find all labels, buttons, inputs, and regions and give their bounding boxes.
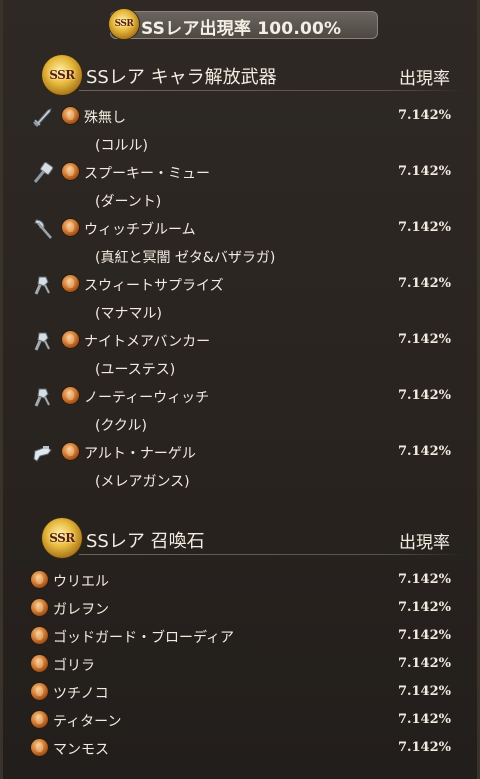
divider [79, 90, 465, 91]
weapon-name: ノーティーウィッチ [84, 390, 210, 406]
ssr-badge-icon: SSR [42, 518, 82, 558]
rate-header-summons: 出現率 [399, 533, 450, 553]
weapon-rate: 7.142% [397, 164, 451, 179]
element-orb-icon [31, 627, 48, 644]
ssr-badge-icon: SSR [109, 9, 139, 39]
section-title-weapons: SSレア キャラ解放武器 [86, 67, 277, 88]
summon-name: ティターン [53, 714, 122, 730]
element-orb-icon [62, 163, 79, 180]
weapon-rate: 7.142% [397, 276, 451, 291]
element-orb-icon [31, 571, 48, 588]
summon-name: ゴリラ [53, 658, 95, 674]
summon-name: ウリエル [53, 574, 109, 590]
summon-rate: 7.142% [397, 740, 451, 755]
summary-text: SSレア出現率 100.00% [141, 19, 342, 39]
weapon-rate: 7.142% [397, 332, 451, 347]
element-orb-icon [62, 387, 79, 404]
summon-rate: 7.142% [397, 656, 451, 671]
section-title-summons: SSレア 召喚石 [86, 531, 205, 552]
weapon-character: (真紅と冥闇 ゼタ&バザラガ) [95, 250, 276, 266]
weapon-name: 殊無し [84, 110, 126, 126]
element-orb-icon [31, 599, 48, 616]
weapon-character: (メレアガンス) [95, 474, 190, 490]
fist-icon [31, 329, 55, 353]
weapon-rate: 7.142% [397, 388, 451, 403]
divider [79, 554, 465, 555]
summon-name: ガレヲン [53, 602, 109, 618]
axe-icon [31, 217, 55, 241]
rate-header-weapons: 出現率 [399, 69, 450, 89]
summon-rate: 7.142% [397, 712, 451, 727]
weapon-rate: 7.142% [397, 444, 451, 459]
weapon-name: スウィートサプライズ [84, 278, 224, 294]
element-orb-icon [62, 331, 79, 348]
weapon-character: (ユーステス) [95, 362, 176, 378]
element-orb-icon [31, 655, 48, 672]
summon-name: ツチノコ [53, 686, 109, 702]
summon-name: マンモス [53, 742, 109, 758]
sword-icon [31, 105, 55, 129]
weapon-character: (マナマル) [95, 306, 162, 322]
weapon-character: (ククル) [95, 418, 147, 434]
weapon-character: (コルル) [95, 138, 148, 154]
fist-icon [31, 385, 55, 409]
weapon-name: ナイトメアバンカー [84, 334, 211, 350]
summon-rate: 7.142% [397, 600, 451, 615]
summon-rate: 7.142% [397, 684, 451, 699]
weapon-rate: 7.142% [397, 108, 451, 123]
summon-rate: 7.142% [397, 628, 451, 643]
element-orb-icon [62, 107, 79, 124]
weapon-character: (ダーント) [95, 194, 162, 210]
element-orb-icon [31, 683, 48, 700]
element-orb-icon [62, 219, 79, 236]
weapon-name: スプーキー・ミュー [84, 166, 210, 182]
summon-name: ゴッドガード・ブローディア [53, 630, 235, 646]
element-orb-icon [31, 711, 48, 728]
weapon-name: アルト・ナーゲル [84, 446, 196, 462]
fist-icon [31, 273, 55, 297]
weapon-rate: 7.142% [397, 220, 451, 235]
ssr-badge-icon: SSR [42, 55, 82, 95]
element-orb-icon [62, 443, 79, 460]
summon-rate: 7.142% [397, 572, 451, 587]
rates-panel: SSR SSレア出現率 100.00% SSR SSレア キャラ解放武器 出現率… [0, 0, 480, 779]
element-orb-icon [62, 275, 79, 292]
hammer-icon [31, 161, 55, 185]
element-orb-icon [31, 739, 48, 756]
weapon-name: ウィッチブルーム [84, 222, 196, 238]
gun-icon [31, 441, 55, 465]
